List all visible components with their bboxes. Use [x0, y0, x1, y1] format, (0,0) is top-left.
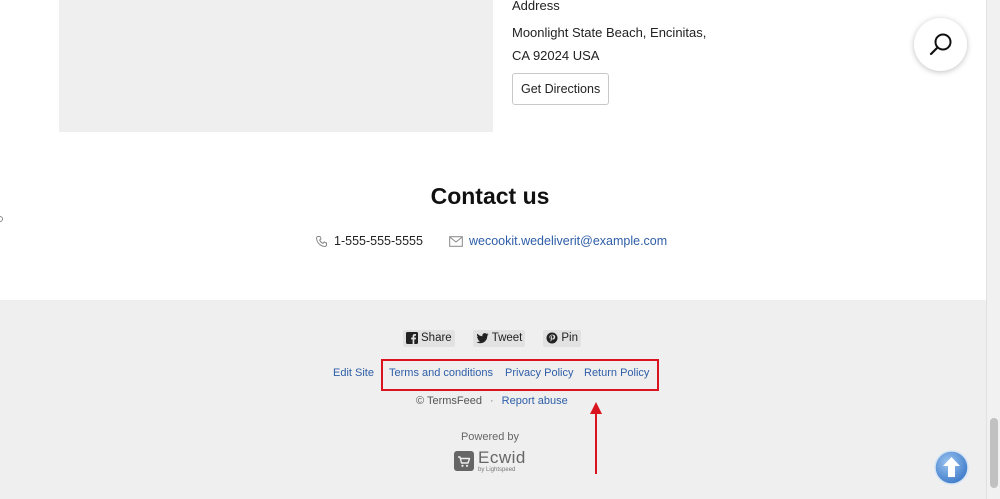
- scroll-to-top-button[interactable]: [934, 450, 969, 485]
- pinterest-pin-button[interactable]: Pin: [543, 329, 581, 347]
- ecwid-wordmark: Ecwid by Lightspeed: [478, 449, 526, 473]
- arrow-up-icon: [934, 450, 969, 485]
- get-directions-button[interactable]: Get Directions: [512, 73, 610, 105]
- scrollbar-thumb[interactable]: [990, 418, 998, 488]
- footer: Share Tweet Pin Edit Site Terms and cond…: [0, 300, 986, 499]
- mail-icon: [449, 235, 463, 247]
- powered-by-text: Powered by: [460, 431, 520, 443]
- facebook-share-button[interactable]: Share: [403, 329, 455, 347]
- ecwid-sub: by Lightspeed: [478, 467, 516, 473]
- report-abuse-link[interactable]: Report abuse: [502, 395, 568, 407]
- address-heading: Address: [512, 0, 560, 13]
- contact-title: Contact us: [430, 183, 550, 209]
- phone-icon: [315, 235, 328, 248]
- twitter-icon: [476, 332, 489, 344]
- vertical-scrollbar[interactable]: [986, 0, 1000, 499]
- pinterest-icon: [546, 332, 558, 344]
- return-policy-link[interactable]: Return Policy: [584, 367, 649, 379]
- map-placeholder: [59, 0, 493, 132]
- search-button[interactable]: [914, 18, 967, 71]
- shopping-cart-icon: [454, 451, 474, 471]
- share-buttons: Share Tweet Pin: [403, 329, 581, 347]
- copyright-row: © TermsFeed · Report abuse: [416, 395, 568, 407]
- separator: ·: [489, 395, 494, 407]
- search-icon: [929, 33, 951, 55]
- store-page: Address Moonlight State Beach, Encinitas…: [0, 0, 986, 499]
- edge-marker-left: [0, 216, 3, 222]
- phone-number: 1-555-555-5555: [334, 234, 423, 248]
- ecwid-name: Ecwid: [478, 448, 526, 467]
- ecwid-logo[interactable]: Ecwid by Lightspeed: [454, 449, 526, 473]
- twitter-tweet-button[interactable]: Tweet: [472, 329, 526, 347]
- copyright-text: © TermsFeed: [416, 395, 482, 407]
- pin-label: Pin: [561, 332, 578, 344]
- contact-email: wecookit.wedeliverit@example.com: [449, 234, 667, 248]
- address-line-2: CA 92024 USA: [512, 48, 600, 63]
- contact-row: 1-555-555-5555 wecookit.wedeliverit@exam…: [315, 233, 667, 249]
- tweet-label: Tweet: [491, 332, 523, 344]
- contact-phone: 1-555-555-5555: [315, 234, 423, 248]
- facebook-icon: [406, 332, 418, 344]
- edit-site-link[interactable]: Edit Site: [333, 367, 374, 379]
- privacy-policy-link[interactable]: Privacy Policy: [505, 367, 573, 379]
- email-link[interactable]: wecookit.wedeliverit@example.com: [469, 234, 667, 248]
- terms-and-conditions-link[interactable]: Terms and conditions: [389, 367, 493, 379]
- address-line-1: Moonlight State Beach, Encinitas,: [512, 25, 707, 40]
- share-label: Share: [421, 332, 452, 344]
- annotation-arrow-icon: [590, 402, 602, 474]
